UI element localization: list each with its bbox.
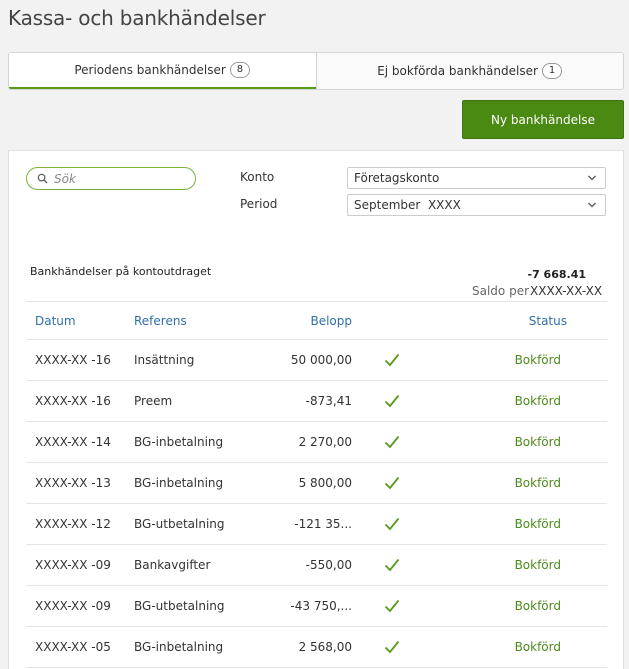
row-reference: BG-inbetalning: [134, 640, 224, 654]
table-body: XXXX-XX -16 Insättning 50 000,00 Bokförd…: [26, 340, 607, 668]
row-amount: -873,41: [305, 394, 352, 408]
row-amount: -121 35...: [294, 517, 352, 531]
new-bank-event-button[interactable]: Ny bankhändelse: [462, 100, 624, 139]
table-row[interactable]: XXXX-XX -09 Bankavgifter -550,00 Bokförd: [26, 545, 607, 586]
period-select[interactable]: September XXXX: [347, 194, 606, 216]
period-value: September XXXX: [354, 198, 461, 212]
page-title: Kassa- och bankhändelser: [8, 6, 266, 30]
chevron-down-icon: [588, 202, 596, 208]
bank-events-panel: Konto Företagskonto Period September XXX…: [8, 150, 624, 669]
search-input[interactable]: [54, 171, 184, 186]
row-status: Bokförd: [514, 353, 561, 367]
check-icon: [352, 353, 432, 367]
column-header-amount[interactable]: Belopp: [246, 314, 352, 328]
search-box[interactable]: [26, 167, 196, 190]
table-row[interactable]: XXXX-XX -12 BG-utbetalning -121 35... Bo…: [26, 504, 607, 545]
row-amount: 2 568,00: [298, 640, 352, 654]
column-header-reference[interactable]: Referens: [126, 314, 246, 328]
row-date: XXXX-XX -16: [35, 353, 111, 367]
search-icon: [37, 173, 48, 184]
row-reference: BG-inbetalning: [134, 476, 224, 490]
check-icon: [352, 476, 432, 490]
table-row[interactable]: XXXX-XX -16 Preem -873,41 Bokförd: [26, 381, 607, 422]
row-date: XXXX-XX -09: [35, 558, 111, 572]
konto-select[interactable]: Företagskonto: [347, 167, 606, 189]
row-date: XXXX-XX -13: [35, 476, 111, 490]
row-date: XXXX-XX -05: [35, 640, 111, 654]
row-reference: BG-utbetalning: [134, 599, 225, 613]
row-reference: Insättning: [134, 353, 195, 367]
table-row[interactable]: XXXX-XX -14 BG-inbetalning 2 270,00 Bokf…: [26, 422, 607, 463]
row-reference: BG-inbetalning: [134, 435, 224, 449]
tab-label: Ej bokförda bankhändelser: [377, 64, 538, 78]
row-status: Bokförd: [514, 599, 561, 613]
row-reference: Bankavgifter: [134, 558, 211, 572]
row-amount: 5 800,00: [298, 476, 352, 490]
row-date: XXXX-XX -12: [35, 517, 111, 531]
balance-amount: -7 668.41: [527, 268, 587, 281]
tab-ej-bokforda-bankhandelser[interactable]: Ej bokförda bankhändelser 1: [315, 53, 624, 89]
balance-date: XXXX-XX-XX: [530, 284, 603, 298]
tab-bar: Periodens bankhändelser 8 Ej bokförda ba…: [8, 52, 624, 90]
period-label: Period: [240, 197, 278, 211]
row-status: Bokförd: [514, 476, 561, 490]
row-status: Bokförd: [514, 558, 561, 572]
row-status: Bokförd: [514, 517, 561, 531]
row-amount: -550,00: [305, 558, 352, 572]
row-amount: 50 000,00: [290, 353, 352, 367]
row-amount: 2 270,00: [298, 435, 352, 449]
row-status: Bokförd: [514, 435, 561, 449]
tab-label: Periodens bankhändelser: [74, 63, 226, 77]
check-icon: [352, 558, 432, 572]
table-row[interactable]: XXXX-XX -13 BG-inbetalning 5 800,00 Bokf…: [26, 463, 607, 504]
row-date: XXXX-XX -16: [35, 394, 111, 408]
check-icon: [352, 394, 432, 408]
column-header-status[interactable]: Status: [432, 314, 607, 328]
konto-value: Företagskonto: [354, 171, 440, 185]
chevron-down-icon: [588, 175, 596, 181]
balance-label: Saldo per: [472, 284, 530, 298]
row-date: XXXX-XX -14: [35, 435, 111, 449]
row-status: Bokförd: [514, 640, 561, 654]
bank-events-table: Datum Referens Belopp Status XXXX-XX -16…: [26, 301, 607, 668]
count-badge: 8: [229, 62, 251, 78]
row-reference: Preem: [134, 394, 173, 408]
table-header: Datum Referens Belopp Status: [26, 302, 607, 340]
count-badge: 1: [541, 63, 563, 79]
check-icon: [352, 640, 432, 654]
table-row[interactable]: XXXX-XX -05 BG-inbetalning 2 568,00 Bokf…: [26, 627, 607, 668]
row-reference: BG-utbetalning: [134, 517, 225, 531]
column-header-date[interactable]: Datum: [26, 314, 126, 328]
row-date: XXXX-XX -09: [35, 599, 111, 613]
check-icon: [352, 435, 432, 449]
check-icon: [352, 599, 432, 613]
table-row[interactable]: XXXX-XX -16 Insättning 50 000,00 Bokförd: [26, 340, 607, 381]
table-row[interactable]: XXXX-XX -09 BG-utbetalning -43 750,... B…: [26, 586, 607, 627]
konto-label: Konto: [240, 170, 275, 184]
row-amount: -43 750,...: [290, 599, 352, 613]
row-status: Bokförd: [514, 394, 561, 408]
section-title: Bankhändelser på kontoutdraget: [30, 265, 212, 278]
tab-periodens-bankhandelser[interactable]: Periodens bankhändelser 8: [9, 53, 316, 89]
check-icon: [352, 517, 432, 531]
